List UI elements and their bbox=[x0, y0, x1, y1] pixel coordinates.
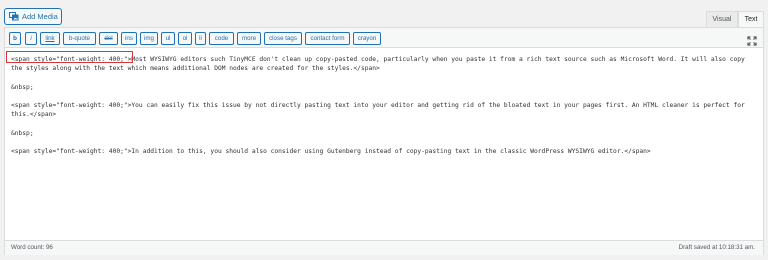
qt-bold-button[interactable]: b bbox=[9, 32, 21, 45]
media-icon bbox=[9, 12, 19, 21]
qt-del-button[interactable]: del bbox=[99, 32, 118, 45]
qt-link-button[interactable]: link bbox=[40, 32, 60, 45]
qt-img-button[interactable]: img bbox=[140, 32, 158, 45]
qt-li-button[interactable]: li bbox=[195, 32, 206, 45]
qt-ins-button[interactable]: ins bbox=[121, 32, 137, 45]
qt-contact-form-button[interactable]: contact form bbox=[305, 32, 350, 45]
add-media-button[interactable]: Add Media bbox=[4, 8, 62, 25]
highlight-annotation bbox=[6, 51, 133, 63]
tab-text[interactable]: Text bbox=[738, 11, 764, 28]
tab-visual[interactable]: Visual bbox=[706, 11, 738, 28]
word-count: Word count: 96 bbox=[11, 244, 53, 251]
paragraph-3: <span style="font-weight: 400;">In addit… bbox=[11, 147, 651, 155]
qt-ul-button[interactable]: ul bbox=[161, 32, 175, 45]
qt-blockquote-button[interactable]: b-quote bbox=[63, 32, 96, 45]
paragraph-nbsp-2: &nbsp; bbox=[11, 129, 34, 137]
quicktags-toolbar: b i link b-quote del ins img ul ol li co… bbox=[5, 28, 763, 48]
draft-saved-status: Draft saved at 10:18:31 am. bbox=[678, 244, 755, 251]
qt-ol-button[interactable]: ol bbox=[178, 32, 192, 45]
qt-crayon-button[interactable]: crayon bbox=[353, 32, 381, 45]
paragraph-nbsp-1: &nbsp; bbox=[11, 83, 34, 91]
add-media-label: Add Media bbox=[22, 12, 58, 21]
qt-italic-button[interactable]: i bbox=[25, 32, 37, 45]
qt-code-button[interactable]: code bbox=[209, 32, 234, 45]
status-bar: Word count: 96 Draft saved at 10:18:31 a… bbox=[5, 240, 763, 255]
paragraph-2: <span style="font-weight: 400;">You can … bbox=[11, 101, 745, 119]
fullscreen-icon[interactable] bbox=[747, 33, 757, 46]
qt-more-button[interactable]: more bbox=[237, 32, 261, 45]
qt-close-tags-button[interactable]: close tags bbox=[264, 32, 302, 45]
editor-content[interactable]: <span style="font-weight: 400;">Most WYS… bbox=[11, 55, 759, 156]
